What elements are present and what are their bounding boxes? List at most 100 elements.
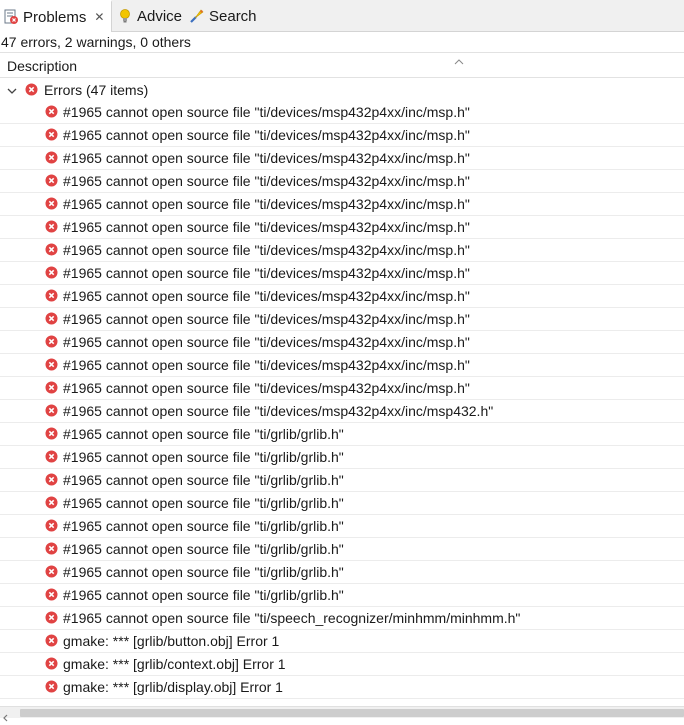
scroll-left-icon[interactable] xyxy=(2,709,10,722)
problem-message: #1965 cannot open source file "ti/device… xyxy=(63,196,470,212)
problem-message: #1965 cannot open source file "ti/grlib/… xyxy=(63,564,344,580)
problem-row[interactable]: #1965 cannot open source file "ti/grlib/… xyxy=(0,446,684,469)
problem-list: #1965 cannot open source file "ti/device… xyxy=(0,101,684,699)
problem-message: gmake: *** [grlib/context.obj] Error 1 xyxy=(63,656,286,672)
error-icon xyxy=(45,174,58,187)
problem-row[interactable]: #1965 cannot open source file "ti/grlib/… xyxy=(0,423,684,446)
problem-row[interactable]: #1965 cannot open source file "ti/device… xyxy=(0,239,684,262)
view-tab-bar: Problems ✕ Advice Search xyxy=(0,0,684,32)
error-icon xyxy=(45,335,58,348)
problem-row[interactable]: #1965 cannot open source file "ti/grlib/… xyxy=(0,515,684,538)
chevron-down-icon[interactable] xyxy=(6,84,18,96)
problems-icon xyxy=(3,9,19,25)
problem-message: gmake: *** [grlib/button.obj] Error 1 xyxy=(63,633,280,649)
tab-problems[interactable]: Problems ✕ xyxy=(0,0,112,32)
problem-row[interactable]: #1965 cannot open source file "ti/grlib/… xyxy=(0,492,684,515)
error-icon xyxy=(45,312,58,325)
problems-summary: 47 errors, 2 warnings, 0 others xyxy=(1,34,191,50)
error-icon xyxy=(45,220,58,233)
problem-row[interactable]: #1965 cannot open source file "ti/device… xyxy=(0,193,684,216)
error-icon xyxy=(45,128,58,141)
problem-message: #1965 cannot open source file "ti/device… xyxy=(63,403,494,419)
error-icon xyxy=(25,83,38,96)
problem-row[interactable]: #1965 cannot open source file "ti/device… xyxy=(0,331,684,354)
error-icon xyxy=(45,151,58,164)
error-icon xyxy=(45,381,58,394)
problem-row[interactable]: #1965 cannot open source file "ti/device… xyxy=(0,308,684,331)
problem-message: #1965 cannot open source file "ti/grlib/… xyxy=(63,518,344,534)
problem-message: #1965 cannot open source file "ti/device… xyxy=(63,288,470,304)
problem-row[interactable]: gmake: *** [grlib/button.obj] Error 1 xyxy=(0,630,684,653)
error-icon xyxy=(45,634,58,647)
error-icon xyxy=(45,611,58,624)
tab-advice-label: Advice xyxy=(137,7,183,25)
problem-row[interactable]: #1965 cannot open source file "ti/grlib/… xyxy=(0,584,684,607)
error-icon xyxy=(45,450,58,463)
error-icon xyxy=(45,266,58,279)
problem-row[interactable]: gmake: *** [grlib/display.obj] Error 1 xyxy=(0,676,684,699)
problem-message: #1965 cannot open source file "ti/speech… xyxy=(63,610,521,626)
problem-message: #1965 cannot open source file "ti/grlib/… xyxy=(63,587,344,603)
problem-row[interactable]: #1965 cannot open source file "ti/device… xyxy=(0,124,684,147)
problem-message: #1965 cannot open source file "ti/device… xyxy=(63,380,470,396)
error-icon xyxy=(45,519,58,532)
problem-message: #1965 cannot open source file "ti/grlib/… xyxy=(63,449,344,465)
tree-group-errors[interactable]: Errors (47 items) xyxy=(0,79,684,101)
sort-ascending-icon xyxy=(454,53,464,65)
problem-message: #1965 cannot open source file "ti/grlib/… xyxy=(63,495,344,511)
problem-message: gmake: *** [grlib/display.obj] Error 1 xyxy=(63,679,283,695)
error-icon xyxy=(45,197,58,210)
problem-message: #1965 cannot open source file "ti/grlib/… xyxy=(63,426,344,442)
error-icon xyxy=(45,105,58,118)
tab-advice[interactable]: Advice xyxy=(117,0,182,32)
problem-row[interactable]: gmake: *** [grlib/context.obj] Error 1 xyxy=(0,653,684,676)
close-icon[interactable]: ✕ xyxy=(94,10,104,24)
horizontal-scrollbar[interactable] xyxy=(0,706,684,722)
problem-message: #1965 cannot open source file "ti/grlib/… xyxy=(63,541,344,557)
problem-message: #1965 cannot open source file "ti/device… xyxy=(63,219,470,235)
problem-row[interactable]: #1965 cannot open source file "ti/device… xyxy=(0,147,684,170)
error-icon xyxy=(45,243,58,256)
column-header-description[interactable]: Description xyxy=(0,52,684,78)
lightbulb-icon xyxy=(117,8,133,24)
problem-message: #1965 cannot open source file "ti/device… xyxy=(63,311,470,327)
problem-row[interactable]: #1965 cannot open source file "ti/grlib/… xyxy=(0,469,684,492)
error-icon xyxy=(45,427,58,440)
error-icon xyxy=(45,496,58,509)
error-icon xyxy=(45,404,58,417)
group-label: Errors (47 items) xyxy=(44,82,149,98)
problem-message: #1965 cannot open source file "ti/device… xyxy=(63,150,470,166)
search-icon xyxy=(189,8,205,24)
error-icon xyxy=(45,473,58,486)
problem-row[interactable]: #1965 cannot open source file "ti/device… xyxy=(0,285,684,308)
problem-row[interactable]: #1965 cannot open source file "ti/grlib/… xyxy=(0,561,684,584)
problem-message: #1965 cannot open source file "ti/device… xyxy=(63,104,470,120)
error-icon xyxy=(45,289,58,302)
error-icon xyxy=(45,358,58,371)
problem-message: #1965 cannot open source file "ti/device… xyxy=(63,357,470,373)
tab-search-label: Search xyxy=(209,7,257,25)
problem-message: #1965 cannot open source file "ti/device… xyxy=(63,265,470,281)
problem-row[interactable]: #1965 cannot open source file "ti/device… xyxy=(0,354,684,377)
error-icon xyxy=(45,657,58,670)
problem-message: #1965 cannot open source file "ti/device… xyxy=(63,127,470,143)
column-header-label: Description xyxy=(7,58,78,74)
problem-row[interactable]: #1965 cannot open source file "ti/device… xyxy=(0,400,684,423)
scrollbar-thumb[interactable] xyxy=(20,709,684,717)
problem-row[interactable]: #1965 cannot open source file "ti/device… xyxy=(0,216,684,239)
problem-message: #1965 cannot open source file "ti/device… xyxy=(63,242,470,258)
error-icon xyxy=(45,542,58,555)
tab-problems-label: Problems xyxy=(23,8,87,26)
error-icon xyxy=(45,565,58,578)
problem-row[interactable]: #1965 cannot open source file "ti/device… xyxy=(0,101,684,124)
problem-row[interactable]: #1965 cannot open source file "ti/grlib/… xyxy=(0,538,684,561)
tab-search[interactable]: Search xyxy=(189,0,257,32)
problem-message: #1965 cannot open source file "ti/grlib/… xyxy=(63,472,344,488)
problem-row[interactable]: #1965 cannot open source file "ti/device… xyxy=(0,262,684,285)
problem-message: #1965 cannot open source file "ti/device… xyxy=(63,334,470,350)
problem-row[interactable]: #1965 cannot open source file "ti/speech… xyxy=(0,607,684,630)
problem-message: #1965 cannot open source file "ti/device… xyxy=(63,173,470,189)
problem-row[interactable]: #1965 cannot open source file "ti/device… xyxy=(0,170,684,193)
problem-row[interactable]: #1965 cannot open source file "ti/device… xyxy=(0,377,684,400)
error-icon xyxy=(45,680,58,693)
